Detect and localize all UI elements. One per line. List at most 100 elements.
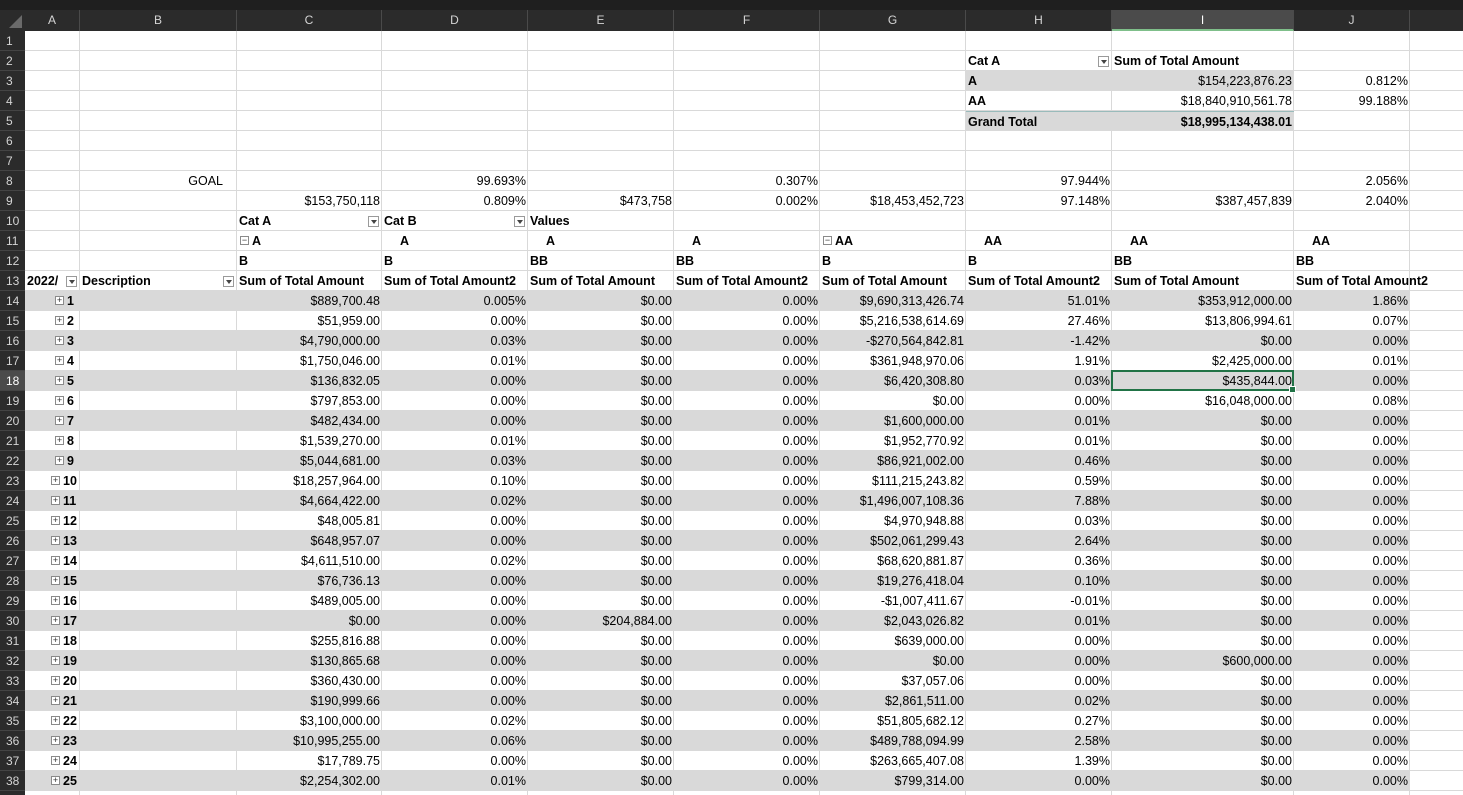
row-header-31[interactable]: 31 (0, 631, 25, 651)
row-header-21[interactable]: 21 (0, 431, 25, 451)
expand-icon[interactable]: + (51, 496, 60, 505)
expand-icon[interactable]: + (51, 536, 60, 545)
expand-icon[interactable]: + (51, 736, 60, 745)
row-header-14[interactable]: 14 (0, 291, 25, 311)
column-header-d[interactable]: D (382, 10, 528, 31)
column-header-e[interactable]: E (528, 10, 674, 31)
expand-icon[interactable]: + (55, 316, 64, 325)
column-header-b[interactable]: B (80, 10, 237, 31)
pivot2-cell: $5,044,681.00 (300, 454, 380, 468)
filter-dropdown-icon[interactable] (1098, 56, 1109, 67)
row-header-35[interactable]: 35 (0, 711, 25, 731)
row-header-17[interactable]: 17 (0, 351, 25, 371)
row-header-24[interactable]: 24 (0, 491, 25, 511)
pivot2-cell: 0.00% (782, 574, 818, 588)
row-header-5[interactable]: 5 (0, 111, 25, 131)
expand-icon[interactable]: + (55, 376, 64, 385)
pivot2-cell: 0.00% (490, 654, 526, 668)
row-header-26[interactable]: 26 (0, 531, 25, 551)
row-header-37[interactable]: 37 (0, 751, 25, 771)
title-bar (0, 0, 1463, 10)
row-header-11[interactable]: 11 (0, 231, 25, 251)
expand-icon[interactable]: + (55, 416, 64, 425)
row-header-1[interactable]: 1 (0, 31, 25, 51)
row-header-9[interactable]: 9 (0, 191, 25, 211)
row-header-25[interactable]: 25 (0, 511, 25, 531)
active-cell-selection[interactable] (1111, 370, 1296, 393)
row-header-33[interactable]: 33 (0, 671, 25, 691)
worksheet-grid[interactable]: Cat A Sum of Total Amount A $154,223,876.23… (25, 31, 1463, 795)
pivot2-cell: $639,000.00 (894, 634, 964, 648)
row-header-3[interactable]: 3 (0, 71, 25, 91)
expand-icon[interactable]: + (51, 556, 60, 565)
expand-icon[interactable]: + (51, 676, 60, 685)
pivot2-cell: $0.00 (1260, 634, 1292, 648)
row-header-23[interactable]: 23 (0, 471, 25, 491)
expand-icon[interactable]: + (51, 616, 60, 625)
row-header-32[interactable]: 32 (0, 651, 25, 671)
column-header-j[interactable]: J (1294, 10, 1410, 31)
row-header-2[interactable]: 2 (0, 51, 25, 71)
row-header-36[interactable]: 36 (0, 731, 25, 751)
row-header-27[interactable]: 27 (0, 551, 25, 571)
pivot2-cat-a-i: AA (1130, 234, 1149, 248)
expand-icon[interactable]: + (51, 776, 60, 785)
expand-icon[interactable]: + (51, 596, 60, 605)
column-header-f[interactable]: F (674, 10, 820, 31)
expand-icon[interactable]: + (55, 356, 64, 365)
row-header-4[interactable]: 4 (0, 91, 25, 111)
row-header-38[interactable]: 38 (0, 771, 25, 791)
expand-icon[interactable]: + (51, 696, 60, 705)
expand-icon[interactable]: + (51, 516, 60, 525)
expand-icon[interactable]: + (51, 636, 60, 645)
pivot2-cell: 0.00% (490, 694, 526, 708)
expand-icon[interactable]: + (55, 436, 64, 445)
goal-label: GOAL (188, 174, 223, 188)
row-header-8[interactable]: 8 (0, 171, 25, 191)
pivot2-cell: 1.91% (1074, 354, 1110, 368)
field-dropdown-icon[interactable] (514, 216, 525, 227)
field-dropdown-icon[interactable] (368, 216, 379, 227)
row-header-15[interactable]: 15 (0, 311, 25, 331)
collapse-icon[interactable]: − (240, 236, 249, 245)
column-header-g[interactable]: G (820, 10, 966, 31)
pivot2-cell: $0.00 (640, 774, 672, 788)
select-all-corner[interactable] (0, 10, 25, 31)
pivot2-col-header-f: Sum of Total Amount2 (676, 274, 808, 288)
row-header-22[interactable]: 22 (0, 451, 25, 471)
expand-icon[interactable]: + (55, 336, 64, 345)
row-header-20[interactable]: 20 (0, 411, 25, 431)
pivot2-cat-b-f: BB (676, 254, 695, 268)
row-header-30[interactable]: 30 (0, 611, 25, 631)
row-header-19[interactable]: 19 (0, 391, 25, 411)
column-header-h[interactable]: H (966, 10, 1112, 31)
row-header-12[interactable]: 12 (0, 251, 25, 271)
row-filter-dropdown-icon[interactable] (66, 276, 77, 287)
row-header-6[interactable]: 6 (0, 131, 25, 151)
row-filter-dropdown-icon[interactable] (223, 276, 234, 287)
expand-icon[interactable]: + (55, 296, 64, 305)
pivot2-cell: 0.00% (782, 634, 818, 648)
column-header-c[interactable]: C (237, 10, 382, 31)
pivot2-cell: $482,434.00 (310, 414, 380, 428)
expand-icon[interactable]: + (55, 456, 64, 465)
expand-icon[interactable]: + (51, 576, 60, 585)
row-header-10[interactable]: 10 (0, 211, 25, 231)
pivot2-col-header-b: Description (82, 274, 151, 288)
row-header-18[interactable]: 18 (0, 371, 25, 391)
expand-icon[interactable]: + (51, 756, 60, 765)
row-header-7[interactable]: 7 (0, 151, 25, 171)
row-header-13[interactable]: 13 (0, 271, 25, 291)
column-header-i[interactable]: I (1112, 10, 1294, 31)
row-header-34[interactable]: 34 (0, 691, 25, 711)
row-header-29[interactable]: 29 (0, 591, 25, 611)
pivot2-cell: 0.00% (782, 454, 818, 468)
column-header-a[interactable]: A (25, 10, 80, 31)
expand-icon[interactable]: + (51, 656, 60, 665)
collapse-icon[interactable]: − (823, 236, 832, 245)
expand-icon[interactable]: + (55, 396, 64, 405)
row-header-16[interactable]: 16 (0, 331, 25, 351)
expand-icon[interactable]: + (51, 476, 60, 485)
row-header-28[interactable]: 28 (0, 571, 25, 591)
expand-icon[interactable]: + (51, 716, 60, 725)
